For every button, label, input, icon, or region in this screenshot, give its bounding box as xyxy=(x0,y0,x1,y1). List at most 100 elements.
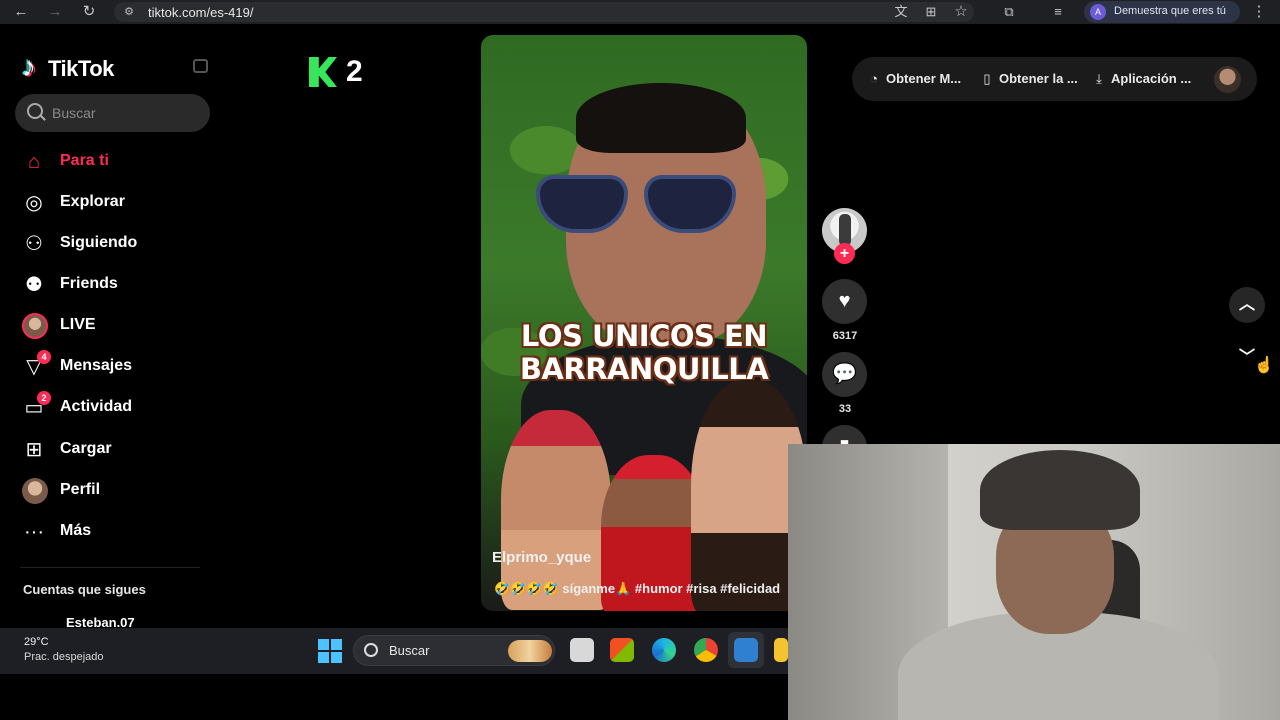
sidebar-item-label: LIVE xyxy=(60,316,96,333)
get-coins-link[interactable]: ◔ Obtener M... xyxy=(867,71,961,86)
sidebar-item-perfil[interactable]: Perfil xyxy=(20,474,210,508)
video-caption[interactable]: 🤣🤣🤣🤣 síganme🙏 #humor #risa #felicidad xyxy=(494,581,780,597)
webcam-person-cap xyxy=(980,450,1140,530)
upload-icon: ⊞ xyxy=(25,439,43,461)
comment-icon: 💬 xyxy=(832,363,857,385)
extensions-icon[interactable]: ⧉ xyxy=(1000,3,1018,21)
reload-icon[interactable]: ↻ xyxy=(80,3,98,21)
forward-arrow-icon[interactable]: → xyxy=(46,3,64,21)
webcam-overlay xyxy=(788,444,1280,720)
chevron-down-icon: ﹀ xyxy=(1238,349,1255,366)
sidebar-item-actividad[interactable]: ▭ 2 Actividad xyxy=(20,391,210,425)
profile-chip[interactable]: A Demuestra que eres tú xyxy=(1084,1,1240,23)
task-view-icon[interactable] xyxy=(570,638,594,662)
store-icon[interactable] xyxy=(610,638,634,662)
follow-plus-icon[interactable]: + xyxy=(834,243,855,264)
sidebar-item-label: Siguiendo xyxy=(60,234,138,251)
streak-count: 2 xyxy=(346,55,363,88)
sidebar-item-explorar[interactable]: ◎ Explorar xyxy=(20,186,210,220)
sidebar-item-cargar[interactable]: ⊞ Cargar xyxy=(20,433,210,467)
profile-avatar: A xyxy=(1090,4,1106,20)
sidebar-item-para-ti[interactable]: ⌂ Para ti xyxy=(20,145,210,179)
following-icon: ⚇ xyxy=(25,233,43,255)
sidebar-item-label: Perfil xyxy=(60,481,101,498)
user-avatar[interactable] xyxy=(1214,66,1241,93)
windows-start-icon[interactable] xyxy=(318,639,342,663)
header-item-label: Obtener M... xyxy=(886,71,962,86)
logo-text: TikTok xyxy=(48,56,114,81)
search-icon xyxy=(27,103,43,119)
weather-temperature[interactable]: 29°C xyxy=(24,636,49,648)
sidebar-divider xyxy=(20,567,200,568)
friends-icon: ⚉ xyxy=(25,274,43,296)
sidebar-item-siguiendo[interactable]: ⚇ Siguiendo xyxy=(20,227,210,261)
messages-badge: 4 xyxy=(37,350,51,364)
search-highlight-image xyxy=(508,640,552,662)
url-text: tiktok.com/es-419/ xyxy=(148,5,254,20)
live-icon xyxy=(22,313,48,339)
edge-icon[interactable] xyxy=(652,638,676,662)
browser-toolbar: ← → ↻ ⚙ tiktok.com/es-419/ 文 ⊞ ☆ ⧉ ≡ A D… xyxy=(0,0,1280,24)
sidebar-item-label: Friends xyxy=(60,275,118,292)
site-info-icon[interactable]: ⚙ xyxy=(122,5,136,19)
header-item-label: Obtener la ... xyxy=(999,71,1078,86)
search-icon xyxy=(364,643,378,657)
reading-list-icon[interactable]: ≡ xyxy=(1049,3,1067,21)
sidebar-item-label: Para ti xyxy=(60,152,109,169)
comment-button[interactable]: 💬 xyxy=(822,352,867,397)
sidebar-item-mensajes[interactable]: ▽ 4 Mensajes xyxy=(20,350,210,384)
collapse-sidebar-icon[interactable] xyxy=(193,59,208,73)
video-overlay-title: LOS UNICOS EN BARRANQUILLA xyxy=(519,319,769,386)
previous-video-button[interactable]: ︿ xyxy=(1229,287,1265,323)
vscode-icon xyxy=(734,638,758,662)
install-app-icon[interactable]: ⊞ xyxy=(922,3,940,21)
bookmark-star-icon[interactable]: ☆ xyxy=(952,3,970,21)
translate-icon[interactable]: 文 xyxy=(892,3,910,21)
hand-cursor-icon: ☝ xyxy=(1254,357,1274,374)
video-figure-left xyxy=(501,410,611,610)
taskbar-search-label: Buscar xyxy=(389,643,430,658)
address-bar[interactable]: ⚙ tiktok.com/es-419/ xyxy=(114,2,974,22)
desktop-app-link[interactable]: ⤓ Aplicación ... xyxy=(1092,71,1191,87)
sidebar-item-live[interactable]: LIVE xyxy=(20,309,210,343)
chrome-icon[interactable] xyxy=(694,638,718,662)
header-item-label: Aplicación ... xyxy=(1111,71,1192,86)
sidebar-item-mas[interactable]: ··· Más xyxy=(20,515,210,549)
search-input[interactable]: Buscar xyxy=(15,94,210,132)
comment-count: 33 xyxy=(838,403,852,415)
like-count: 6317 xyxy=(832,330,858,342)
sidebar-item-label: Más xyxy=(60,522,92,539)
streak-k-icon xyxy=(309,57,337,87)
more-icon: ··· xyxy=(24,521,44,543)
vscode-taskbar-tile[interactable] xyxy=(728,632,764,668)
sidebar-item-friends[interactable]: ⚉ Friends xyxy=(20,268,210,302)
video-player[interactable]: LOS UNICOS EN BARRANQUILLA Elprimo_yque … xyxy=(481,35,807,611)
back-arrow-icon[interactable]: ← xyxy=(12,3,30,21)
following-section-title: Cuentas que sigues xyxy=(23,582,146,597)
tiktok-note-icon: ♪ xyxy=(22,51,36,82)
compass-icon: ◎ xyxy=(25,192,43,214)
sidebar-item-label: Cargar xyxy=(60,440,112,457)
get-app-link[interactable]: ▯ Obtener la ... xyxy=(980,71,1078,87)
taskbar-search[interactable]: Buscar xyxy=(353,635,555,666)
weather-description[interactable]: Prac. despejado xyxy=(24,651,104,663)
chevron-up-icon: ︿ xyxy=(1238,296,1255,313)
home-icon: ⌂ xyxy=(27,151,41,173)
video-author[interactable]: Elprimo_yque xyxy=(492,549,591,566)
sidebar-item-label: Explorar xyxy=(60,193,125,210)
heart-icon: ♥ xyxy=(838,290,851,312)
file-explorer-icon[interactable] xyxy=(774,638,788,662)
header-actions: ◔ Obtener M... ▯ Obtener la ... ⤓ Aplicació… xyxy=(852,57,1257,101)
kebab-menu-icon[interactable]: ⋮ xyxy=(1250,3,1268,21)
video-figure-sunglasses xyxy=(536,175,746,235)
sidebar-item-label: Actividad xyxy=(60,398,133,415)
like-button[interactable]: ♥ xyxy=(822,279,867,324)
profile-chip-label: Demuestra que eres tú xyxy=(1114,5,1226,17)
video-figure-hair xyxy=(576,83,746,153)
sidebar-item-label: Mensajes xyxy=(60,357,133,374)
search-placeholder: Buscar xyxy=(52,105,96,121)
download-icon: ⤓ xyxy=(1096,71,1102,86)
profile-icon xyxy=(22,478,48,504)
activity-badge: 2 xyxy=(37,391,51,405)
phone-icon: ▯ xyxy=(983,71,991,86)
